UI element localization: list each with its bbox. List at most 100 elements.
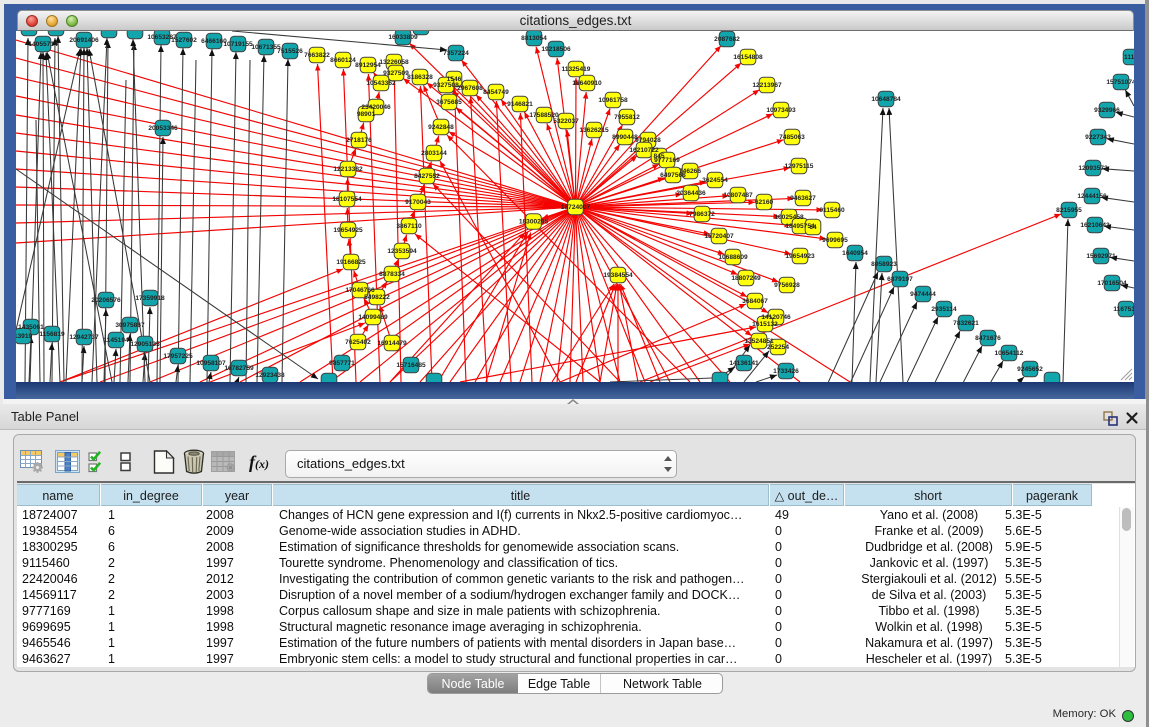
svg-text:12905135: 12905135 xyxy=(130,341,160,348)
svg-text:20691406: 20691406 xyxy=(69,37,99,44)
svg-text:252254: 252254 xyxy=(767,344,789,351)
svg-text:10973493: 10973493 xyxy=(766,107,796,114)
svg-text:8215955: 8215955 xyxy=(1056,207,1082,214)
svg-text:9857771: 9857771 xyxy=(329,360,355,367)
svg-text:7485063: 7485063 xyxy=(779,134,805,141)
svg-text:3675685: 3675685 xyxy=(436,99,462,106)
svg-text:9327509: 9327509 xyxy=(383,70,409,77)
svg-text:2087682: 2087682 xyxy=(714,36,740,43)
svg-text:17957225: 17957225 xyxy=(163,353,193,360)
svg-text:12353594: 12353594 xyxy=(387,248,417,255)
svg-text:7832621: 7832621 xyxy=(953,320,979,327)
svg-text:18107554: 18107554 xyxy=(332,196,362,203)
svg-text:19654925: 19654925 xyxy=(333,227,363,234)
svg-text:7663822: 7663822 xyxy=(304,52,330,59)
svg-text:13626215: 13626215 xyxy=(579,127,609,134)
svg-text:10543362: 10543362 xyxy=(366,80,396,87)
svg-text:20053346: 20053346 xyxy=(148,125,178,132)
svg-text:16914479: 16914479 xyxy=(377,340,407,347)
svg-text:7955812: 7955812 xyxy=(614,114,640,121)
svg-text:9146821: 9146821 xyxy=(507,101,533,108)
svg-text:17359918: 17359918 xyxy=(135,295,165,302)
svg-text:19654923: 19654923 xyxy=(785,253,815,260)
svg-text:11325419: 11325419 xyxy=(562,66,591,73)
svg-text:1156819: 1156819 xyxy=(39,331,65,338)
svg-text:5498222: 5498222 xyxy=(364,294,390,301)
svg-text:10654112: 10654112 xyxy=(995,350,1024,357)
svg-text:19218506: 19218506 xyxy=(541,46,571,53)
svg-text:18807249: 18807249 xyxy=(731,275,761,282)
svg-text:17016504: 17016504 xyxy=(1097,280,1127,287)
svg-text:20364436: 20364436 xyxy=(676,190,706,197)
svg-text:2803144: 2803144 xyxy=(421,150,447,157)
svg-text:19384554: 19384554 xyxy=(603,272,633,279)
svg-text:9227343: 9227343 xyxy=(1085,134,1111,141)
svg-text:9329966: 9329966 xyxy=(1094,107,1120,114)
svg-text:9777169: 9777169 xyxy=(654,157,680,164)
svg-text:1167533: 1167533 xyxy=(1113,306,1134,313)
svg-text:14055714: 14055714 xyxy=(28,41,58,48)
svg-text:7625402: 7625402 xyxy=(345,339,371,346)
svg-text:1435061: 1435061 xyxy=(18,324,44,331)
svg-text:2935114: 2935114 xyxy=(931,306,957,313)
svg-text:5322037: 5322037 xyxy=(553,118,579,125)
svg-text:12444156: 12444156 xyxy=(1077,193,1107,200)
svg-text:7357224: 7357224 xyxy=(443,50,469,57)
svg-text:7515526: 7515526 xyxy=(277,48,303,55)
svg-text:8813054: 8813054 xyxy=(521,35,547,42)
svg-text:9474444: 9474444 xyxy=(910,291,936,298)
svg-text:13226058: 13226058 xyxy=(379,59,409,66)
svg-text:8912954: 8912954 xyxy=(355,62,381,69)
svg-text:9170043: 9170043 xyxy=(405,199,431,206)
svg-text:18724007: 18724007 xyxy=(561,204,591,211)
svg-text:15692971: 15692971 xyxy=(1086,253,1116,260)
svg-text:8427552: 8427552 xyxy=(414,173,440,180)
svg-text:12213382: 12213382 xyxy=(333,166,363,173)
svg-text:3684067: 3684067 xyxy=(742,298,768,305)
svg-text:10961758: 10961758 xyxy=(598,97,628,104)
svg-text:19166825: 19166825 xyxy=(336,259,366,266)
svg-text:12213967: 12213967 xyxy=(752,82,782,89)
svg-text:15720407: 15720407 xyxy=(704,233,734,240)
svg-text:10648784: 10648784 xyxy=(871,96,901,103)
svg-text:2967608: 2967608 xyxy=(457,85,483,92)
svg-text:16210643: 16210643 xyxy=(1080,222,1110,229)
svg-text:9115460: 9115460 xyxy=(819,207,845,214)
svg-text:15716485: 15716485 xyxy=(396,362,426,369)
svg-text:9463627: 9463627 xyxy=(790,195,816,202)
svg-text:10688609: 10688609 xyxy=(718,254,748,261)
svg-text:8186328: 8186328 xyxy=(407,74,433,81)
svg-text:20206576: 20206576 xyxy=(91,297,121,304)
svg-text:64: 64 xyxy=(809,224,817,231)
svg-text:10807487: 10807487 xyxy=(723,192,753,199)
svg-text:62160: 62160 xyxy=(755,199,774,206)
svg-text:98901: 98901 xyxy=(357,111,376,118)
svg-text:16154808: 16154808 xyxy=(733,54,763,61)
svg-text:3624554: 3624554 xyxy=(702,177,728,184)
svg-text:16033809: 16033809 xyxy=(388,34,418,41)
svg-text:14099489: 14099489 xyxy=(358,314,388,321)
svg-text:1640954: 1640954 xyxy=(842,250,868,257)
svg-text:8660124: 8660124 xyxy=(330,57,356,64)
svg-text:9699695: 9699695 xyxy=(822,237,848,244)
svg-text:15751074: 15751074 xyxy=(1106,79,1134,86)
svg-text:12975115: 12975115 xyxy=(785,163,814,170)
svg-text:10025458: 10025458 xyxy=(774,214,804,221)
svg-text:10719155: 10719155 xyxy=(223,41,253,48)
svg-text:12942737: 12942737 xyxy=(69,334,99,341)
svg-text:9245652: 9245652 xyxy=(1017,366,1043,373)
svg-text:3867110: 3867110 xyxy=(396,223,422,230)
svg-text:18300295: 18300295 xyxy=(519,219,549,226)
svg-text:14136141: 14136141 xyxy=(729,360,759,367)
svg-text:30975867: 30975867 xyxy=(115,322,145,329)
svg-text:1112: 1112 xyxy=(1124,54,1134,61)
svg-text:12923438: 12923438 xyxy=(255,372,285,379)
svg-text:7986372: 7986372 xyxy=(689,211,715,218)
svg-text:2718176: 2718176 xyxy=(346,137,372,144)
svg-text:1733426: 1733426 xyxy=(773,368,799,375)
svg-text:1527602: 1527602 xyxy=(171,37,197,44)
svg-text:16782759: 16782759 xyxy=(224,365,254,372)
svg-text:6879197: 6879197 xyxy=(887,276,913,283)
svg-text:12093572: 12093572 xyxy=(1078,165,1108,172)
svg-text:8958923: 8958923 xyxy=(871,261,897,268)
